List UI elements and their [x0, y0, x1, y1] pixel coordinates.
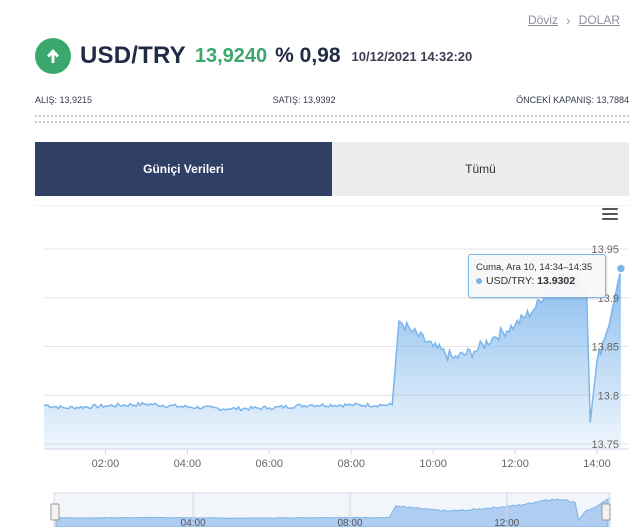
sell-price: SATIŞ: 13,9392 — [272, 95, 336, 105]
quote-info-bar: ALIŞ: 13,9215 SATIŞ: 13,9392 ÖNCEKİ KAPA… — [35, 95, 629, 105]
percent-change: % 0,98 — [275, 44, 341, 67]
y-tick-label: 13.8 — [598, 390, 619, 402]
navigator-tick-label: 04:00 — [181, 518, 206, 527]
chevron-right-icon: › — [565, 12, 571, 28]
current-price: 13,9240 — [194, 44, 268, 67]
hover-point[interactable] — [615, 263, 627, 274]
x-tick-label: 14:00 — [583, 458, 611, 470]
x-tick-label: 08:00 — [337, 458, 365, 470]
divider — [35, 115, 629, 117]
x-tick-label: 10:00 — [419, 458, 447, 470]
quote-header: USD/TRY 13,9240 % 0,98 10/12/2021 14:32:… — [35, 36, 472, 76]
navigator-right-handle[interactable] — [601, 503, 611, 521]
chart-tooltip: Cuma, Ara 10, 14:34–14:35 USD/TRY: 13.93… — [468, 254, 606, 298]
tab-intraday[interactable]: Güniçi Verileri — [35, 142, 332, 196]
arrow-up-icon — [35, 38, 71, 74]
chart-menu-icon[interactable] — [602, 208, 618, 222]
divider — [35, 121, 629, 123]
navigator-tick-label: 12:00 — [494, 518, 519, 527]
breadcrumb-link-doviz[interactable]: Döviz — [528, 13, 558, 27]
series-dot-icon — [476, 278, 482, 285]
tab-all[interactable]: Tümü — [332, 142, 629, 196]
x-tick-label: 04:00 — [174, 458, 202, 470]
navigator-left-handle[interactable] — [50, 503, 60, 521]
tooltip-value-row: USD/TRY: 13.9302 — [476, 275, 575, 287]
currency-pair: USD/TRY — [80, 42, 186, 69]
x-tick-label: 02:00 — [92, 458, 120, 470]
previous-close: ÖNCEKİ KAPANIŞ: 13,7884 — [516, 95, 629, 105]
x-tick-label: 12:00 — [501, 458, 529, 470]
tooltip-title: Cuma, Ara 10, 14:34–14:35 — [476, 262, 593, 273]
chart-tabs: Güniçi Verileri Tümü — [35, 142, 629, 196]
buy-price: ALIŞ: 13,9215 — [35, 95, 93, 105]
tooltip-value: 13.9302 — [537, 275, 576, 287]
x-tick-label: 06:00 — [256, 458, 284, 470]
range-navigator[interactable]: 04:00 08:00 12:00 — [50, 492, 611, 527]
quote-datetime: 10/12/2021 14:32:20 — [351, 48, 473, 64]
breadcrumb: Döviz › DOLAR — [528, 12, 620, 28]
navigator-tick-label: 08:00 — [337, 518, 362, 527]
breadcrumb-link-dolar[interactable]: DOLAR — [579, 13, 620, 27]
y-tick-label: 13.85 — [591, 342, 619, 354]
tooltip-series-label: USD/TRY: — [486, 275, 538, 287]
